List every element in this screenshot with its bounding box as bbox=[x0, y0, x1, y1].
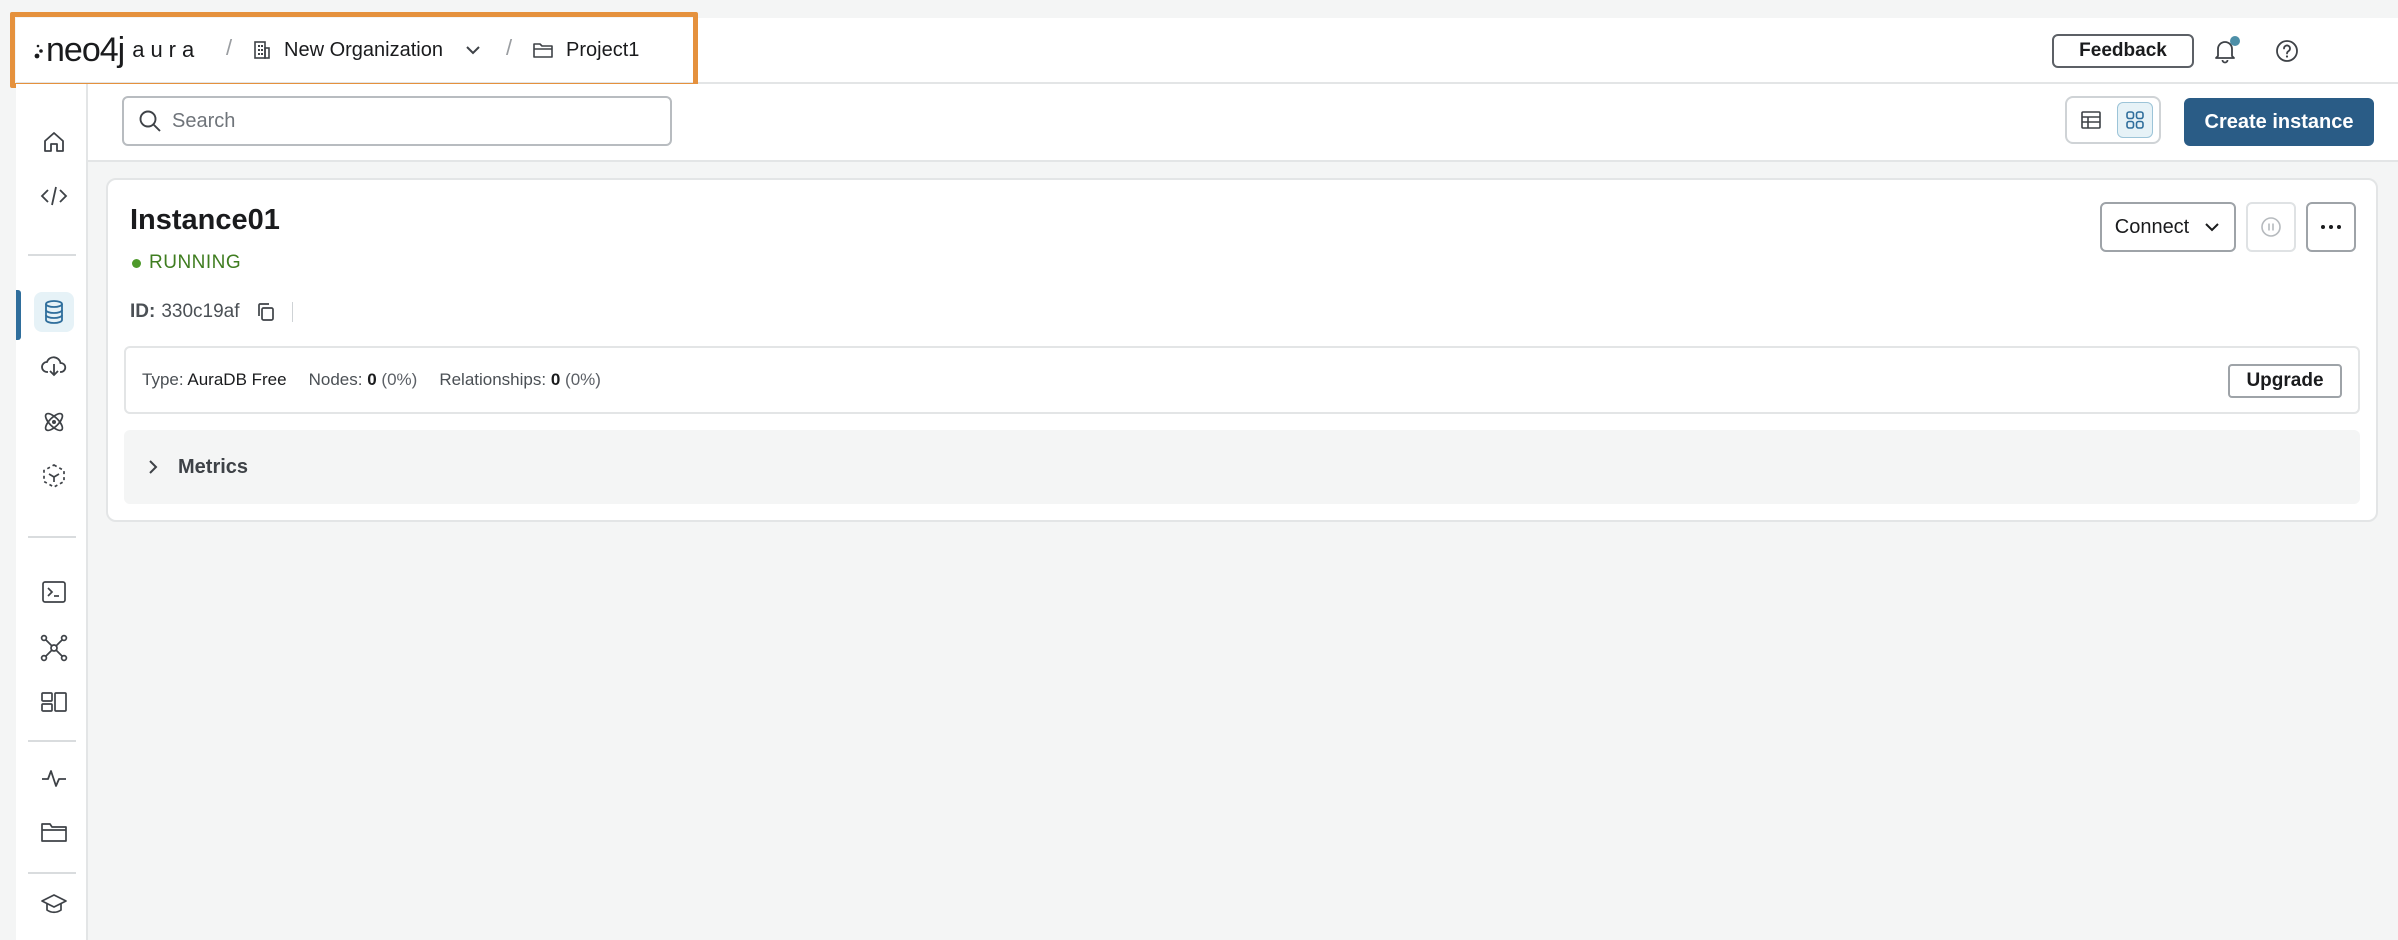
sidebar-item-explore[interactable] bbox=[34, 628, 74, 668]
card-view-button[interactable] bbox=[2117, 102, 2153, 138]
chevron-down-icon bbox=[2205, 223, 2219, 232]
copy-id-button[interactable] bbox=[254, 300, 278, 324]
sidebar-item-import[interactable] bbox=[34, 346, 74, 386]
sidebar-item-developer[interactable] bbox=[34, 176, 74, 216]
code-icon bbox=[40, 186, 68, 206]
relationships-label: Relationships: bbox=[439, 370, 547, 389]
breadcrumb-organization[interactable]: New Organization bbox=[252, 30, 495, 70]
type-value: AuraDB Free bbox=[187, 370, 287, 389]
top-header: neo4j aura / New Organization / Project1… bbox=[10, 12, 2398, 88]
status-dot bbox=[132, 258, 141, 268]
sidebar-item-projects[interactable] bbox=[34, 812, 74, 852]
connect-label: Connect bbox=[2114, 215, 2190, 238]
home-icon bbox=[44, 132, 64, 152]
create-instance-button[interactable]: Create instance bbox=[2184, 98, 2374, 146]
active-indicator bbox=[16, 290, 21, 340]
sidebar-item-query[interactable] bbox=[34, 572, 74, 612]
chevron-down-icon[interactable] bbox=[463, 40, 483, 60]
instance-name: Instance01 bbox=[130, 204, 280, 236]
help-button[interactable] bbox=[2270, 34, 2304, 68]
more-horizontal-icon bbox=[2321, 225, 2341, 229]
sidebar-item-instances[interactable] bbox=[34, 292, 74, 332]
sidebar-item-graph-analytics[interactable] bbox=[34, 402, 74, 442]
sidebar-item-data-services[interactable] bbox=[34, 456, 74, 496]
id-separator bbox=[291, 302, 293, 322]
search-icon bbox=[139, 110, 161, 132]
relationships-info: Relationships: 0 (0%) bbox=[439, 370, 601, 390]
metrics-accordion[interactable]: Metrics bbox=[124, 430, 2360, 504]
table-icon bbox=[2081, 111, 2101, 129]
help-circle-icon bbox=[2276, 40, 2298, 62]
grid-icon bbox=[2126, 111, 2144, 129]
type-info: Type: AuraDB Free bbox=[142, 370, 287, 390]
nodes-label: Nodes: bbox=[308, 370, 363, 389]
folder-icon bbox=[533, 43, 553, 58]
project-name: Project1 bbox=[566, 38, 640, 61]
copy-icon bbox=[257, 303, 274, 321]
more-actions-button[interactable] bbox=[2306, 202, 2356, 252]
pulse-icon bbox=[42, 770, 66, 787]
feedback-button[interactable]: Feedback bbox=[2052, 34, 2194, 68]
logo-dots-icon bbox=[34, 44, 43, 59]
notifications-button[interactable] bbox=[2208, 34, 2242, 68]
sidebar-item-dashboards[interactable] bbox=[34, 682, 74, 722]
atom-icon bbox=[44, 412, 64, 432]
cube-dashed-icon bbox=[43, 464, 65, 488]
nodes-percent: (0%) bbox=[381, 370, 418, 389]
pause-icon bbox=[2261, 217, 2281, 237]
sidebar bbox=[16, 84, 88, 940]
sidebar-item-learning[interactable] bbox=[34, 884, 74, 924]
graph-nodes-icon bbox=[40, 634, 68, 662]
view-toggle bbox=[2065, 96, 2161, 144]
instance-id-value: 330c19af bbox=[161, 301, 240, 322]
building-icon bbox=[254, 41, 270, 59]
folder-icon bbox=[41, 823, 67, 842]
status-badge: RUNNING bbox=[132, 252, 241, 274]
sidebar-item-home[interactable] bbox=[34, 122, 74, 162]
type-label: Type: bbox=[142, 370, 184, 389]
instance-info-row: Type: AuraDB Free Nodes: 0 (0%) Relation… bbox=[124, 346, 2360, 414]
metrics-label: Metrics bbox=[178, 455, 249, 478]
relationships-value: 0 bbox=[550, 370, 561, 389]
sidebar-divider bbox=[28, 254, 76, 256]
breadcrumb-separator: / bbox=[226, 35, 233, 60]
toolbar: Create instance bbox=[88, 84, 2398, 162]
pause-button[interactable] bbox=[2246, 202, 2296, 252]
sidebar-divider bbox=[28, 872, 76, 874]
upgrade-button[interactable]: Upgrade bbox=[2228, 364, 2342, 398]
notification-badge bbox=[2230, 36, 2240, 46]
connect-button[interactable]: Connect bbox=[2100, 202, 2236, 252]
breadcrumb-project[interactable]: Project1 bbox=[532, 30, 639, 70]
graduation-cap-icon bbox=[41, 894, 67, 914]
organization-name: New Organization bbox=[284, 38, 443, 61]
search-box[interactable] bbox=[122, 96, 672, 146]
sidebar-divider bbox=[28, 740, 76, 742]
sidebar-item-metrics[interactable] bbox=[34, 758, 74, 798]
logo-aura: aura bbox=[132, 37, 201, 62]
chevron-right-icon bbox=[149, 460, 158, 474]
logo-neo4j: neo4j bbox=[46, 30, 125, 69]
sidebar-divider bbox=[28, 536, 76, 538]
instance-card: Instance01 RUNNING ID: 330c19af Connect bbox=[106, 178, 2378, 522]
instance-id-label: ID: bbox=[130, 301, 156, 322]
cloud-download-icon bbox=[41, 356, 67, 377]
status-text: RUNNING bbox=[149, 252, 242, 273]
database-icon bbox=[45, 300, 63, 324]
search-input[interactable] bbox=[172, 109, 652, 133]
breadcrumb-separator: / bbox=[506, 35, 513, 60]
table-view-button[interactable] bbox=[2073, 102, 2109, 138]
page: neo4j aura / New Organization / Project1… bbox=[0, 0, 2398, 940]
dashboard-icon bbox=[41, 692, 67, 712]
nodes-info: Nodes: 0 (0%) bbox=[309, 370, 418, 390]
relationships-percent: (0%) bbox=[565, 370, 601, 389]
neo4j-aura-logo[interactable]: neo4j aura bbox=[34, 30, 201, 70]
nodes-value: 0 bbox=[367, 370, 377, 389]
instance-id: ID: 330c19af bbox=[130, 300, 293, 324]
terminal-icon bbox=[42, 581, 66, 603]
